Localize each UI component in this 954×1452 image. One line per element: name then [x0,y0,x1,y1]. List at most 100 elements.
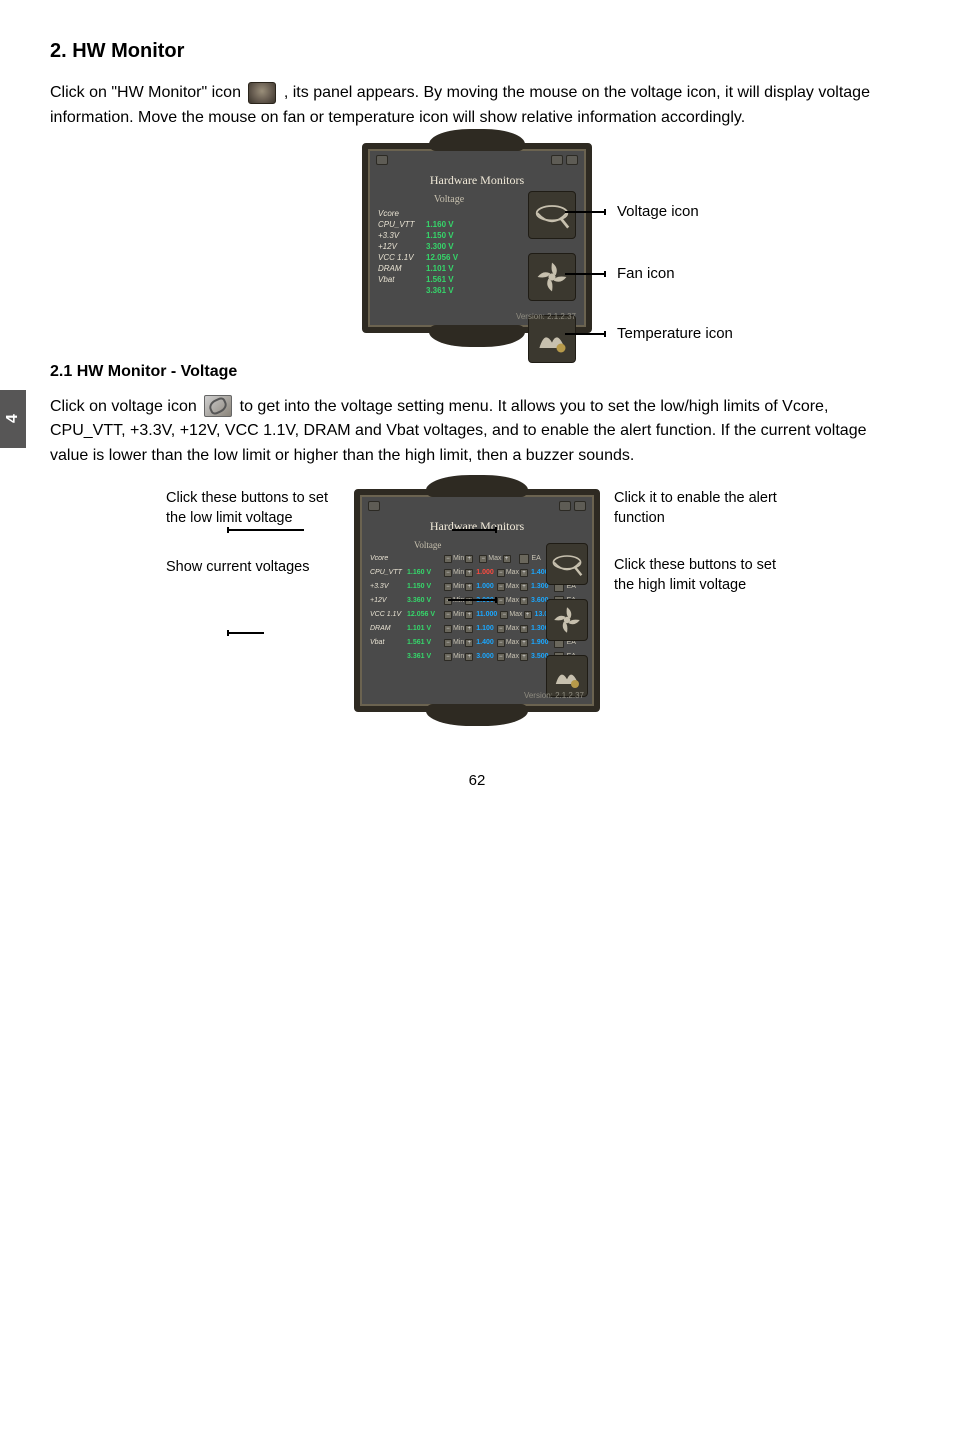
max-decrement-button[interactable]: − [497,625,505,633]
voltage-row-value: 1.101 V [426,264,474,273]
max-label: Max [506,569,519,576]
max-increment-button[interactable]: + [520,583,528,591]
min-decrement-button[interactable]: − [444,625,452,633]
min-label: Min [453,653,464,660]
anno-fan: Fan icon [617,265,675,282]
voltage-row-label: Vbat [378,275,418,284]
min-limit-buttons[interactable]: −Min+ [444,611,473,619]
max-decrement-button[interactable]: − [479,555,487,563]
max-increment-button[interactable]: + [503,555,511,563]
max-label: Max [506,583,519,590]
panel-title: Hardware Monitors [378,173,576,188]
max-decrement-button[interactable]: − [497,597,505,605]
row-current-value: 1.561 V [407,639,441,646]
page-number: 62 [50,772,904,789]
max-limit-buttons[interactable]: −Max+ [497,639,528,647]
row-current-value: 1.101 V [407,625,441,632]
max-decrement-button[interactable]: − [497,639,505,647]
row-current-value: 1.160 V [407,569,441,576]
min-limit-buttons[interactable]: −Min+ [444,583,473,591]
min-limit-buttons[interactable]: −Min+ [444,639,473,647]
max-label: Max [509,611,522,618]
enable-alert-checkbox[interactable] [519,554,529,564]
row-current-value: 3.361 V [407,653,441,660]
min-limit-buttons[interactable]: −Min+ [444,555,473,563]
voltage-icon-inline [204,395,232,417]
min-increment-button[interactable]: + [465,639,473,647]
max-decrement-button[interactable]: − [497,569,505,577]
hw-monitor-panel: Hardware Monitors Voltage VcoreCPU_VTT1.… [362,143,592,333]
max-limit-buttons[interactable]: −Max+ [497,569,528,577]
min-increment-button[interactable]: + [465,555,473,563]
voltage-row-value: 3.361 V [426,286,474,295]
panel-close-button[interactable] [574,501,586,511]
max-limit-buttons[interactable]: −Max+ [497,597,528,605]
max-decrement-button[interactable]: − [497,583,505,591]
min-label: Min [453,583,464,590]
min-increment-button[interactable]: + [465,611,473,619]
panel-version: Version: 2.1.2.37 [516,312,576,321]
max-increment-button[interactable]: + [520,639,528,647]
max-limit-buttons[interactable]: −Max+ [497,625,528,633]
voltage-row-value: 12.056 V [426,253,474,262]
max-limit-buttons[interactable]: −Max+ [497,583,528,591]
voltage-row-label: CPU_VTT [378,220,418,229]
min-decrement-button[interactable]: − [444,569,452,577]
max-increment-button[interactable]: + [520,653,528,661]
fan-icon[interactable] [528,253,576,301]
min-limit-value: 3.000 [476,653,494,660]
max-limit-buttons[interactable]: −Max+ [479,555,510,563]
min-increment-button[interactable]: + [465,569,473,577]
min-decrement-button[interactable]: − [444,653,452,661]
max-decrement-button[interactable]: − [500,611,508,619]
voltage-row-label: +12V [378,242,418,251]
min-limit-buttons[interactable]: −Min+ [444,653,473,661]
temperature-icon[interactable] [528,315,576,363]
min-limit-value: 11.000 [476,611,497,618]
intro-text-a: Click on "HW Monitor" icon [50,84,245,101]
min-limit-value: 1.400 [476,639,494,646]
min-increment-button[interactable]: + [465,653,473,661]
min-limit-buttons[interactable]: −Min+ [444,625,473,633]
callout-current-voltages: Show current voltages [166,558,340,578]
voltage-row-value: 1.150 V [426,231,474,240]
panel-close-button[interactable] [566,155,578,165]
max-increment-button[interactable]: + [520,569,528,577]
max-label: Max [488,555,501,562]
panel-minimize-button[interactable] [559,501,571,511]
min-decrement-button[interactable]: − [444,639,452,647]
row-current-value: 3.360 V [407,597,441,604]
panel-title: Hardware Monitors [370,519,584,534]
row-label: CPU_VTT [370,569,404,576]
fan-icon[interactable] [546,599,588,641]
min-decrement-button[interactable]: − [444,555,452,563]
max-label: Max [506,625,519,632]
callout-enable-alert: Click it to enable the alert function [614,489,788,528]
panel-subtitle: Voltage [350,194,548,205]
min-increment-button[interactable]: + [465,625,473,633]
voltage-row-label: +3.3V [378,231,418,240]
row-label: Vbat [370,639,404,646]
min-decrement-button[interactable]: − [444,611,452,619]
voltage-icon[interactable] [528,191,576,239]
max-increment-button[interactable]: + [524,611,532,619]
max-limit-buttons[interactable]: −Max+ [500,611,531,619]
row-label: Vcore [370,555,404,562]
panel-corner-button-left[interactable] [368,501,380,511]
hw-monitor-icon [248,82,276,104]
voltage-icon[interactable] [546,543,588,585]
row-label: +3.3V [370,583,404,590]
min-increment-button[interactable]: + [465,583,473,591]
max-increment-button[interactable]: + [520,625,528,633]
section-heading: 2. HW Monitor [50,40,904,63]
panel-version: Version: 2.1.2.37 [524,691,584,700]
max-limit-buttons[interactable]: −Max+ [497,653,528,661]
panel-corner-button-left[interactable] [376,155,388,165]
max-decrement-button[interactable]: − [497,653,505,661]
min-limit-buttons[interactable]: −Min+ [444,569,473,577]
chapter-tab: 4 [0,390,26,448]
panel-minimize-button[interactable] [551,155,563,165]
min-decrement-button[interactable]: − [444,583,452,591]
max-increment-button[interactable]: + [520,597,528,605]
voltage-setting-figure: Click these buttons to set the low limit… [50,489,904,712]
